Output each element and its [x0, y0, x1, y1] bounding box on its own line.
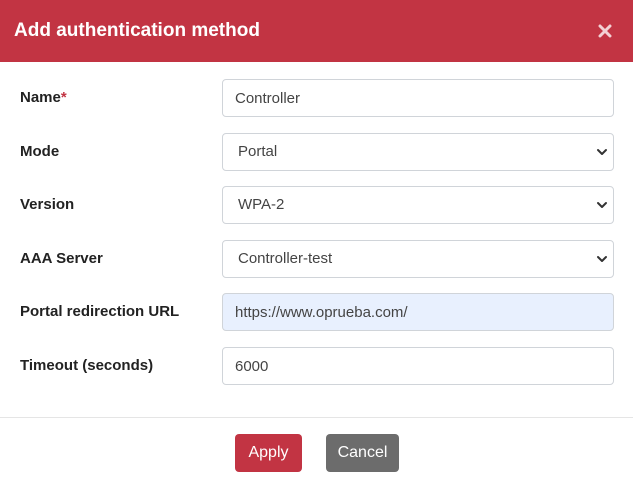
- mode-select[interactable]: Portal: [222, 133, 614, 171]
- portal-url-label: Portal redirection URL: [20, 303, 180, 320]
- chevron-down-icon: [597, 256, 607, 262]
- version-select[interactable]: WPA-2: [222, 186, 614, 224]
- timeout-label: Timeout (seconds): [20, 357, 154, 374]
- required-mark: *: [60, 89, 67, 106]
- name-label: Name*: [20, 89, 67, 106]
- add-auth-method-dialog: Add authentication method Name* Mode Por…: [0, 0, 633, 488]
- timeout-row: Timeout (seconds): [0, 347, 633, 385]
- timeout-input[interactable]: [222, 347, 614, 385]
- portal-url-row: Portal redirection URL: [0, 293, 633, 331]
- chevron-down-icon: [597, 202, 607, 208]
- dialog-header: Add authentication method: [0, 0, 633, 62]
- apply-button[interactable]: Apply: [235, 434, 302, 472]
- version-label: Version: [20, 196, 75, 213]
- name-row: Name*: [0, 79, 633, 117]
- dialog-footer: Apply Cancel: [0, 418, 633, 488]
- dialog-title: Add authentication method: [14, 20, 260, 41]
- name-input[interactable]: [222, 79, 614, 117]
- dialog-body: Name* Mode Portal Version WPA-2: [0, 62, 633, 417]
- close-button[interactable]: [591, 17, 619, 45]
- chevron-down-icon: [597, 149, 607, 155]
- version-row: Version WPA-2: [0, 186, 633, 224]
- portal-url-input[interactable]: [222, 293, 614, 331]
- close-icon: [598, 24, 612, 38]
- aaa-server-select[interactable]: Controller-test: [222, 240, 614, 278]
- mode-select-value: Portal: [238, 143, 278, 160]
- mode-label: Mode: [20, 143, 60, 160]
- version-select-value: WPA-2: [238, 196, 285, 213]
- cancel-button[interactable]: Cancel: [326, 434, 399, 472]
- aaa-server-label: AAA Server: [20, 250, 103, 267]
- aaa-server-select-value: Controller-test: [238, 250, 333, 267]
- aaa-server-row: AAA Server Controller-test: [0, 240, 633, 278]
- mode-row: Mode Portal: [0, 133, 633, 171]
